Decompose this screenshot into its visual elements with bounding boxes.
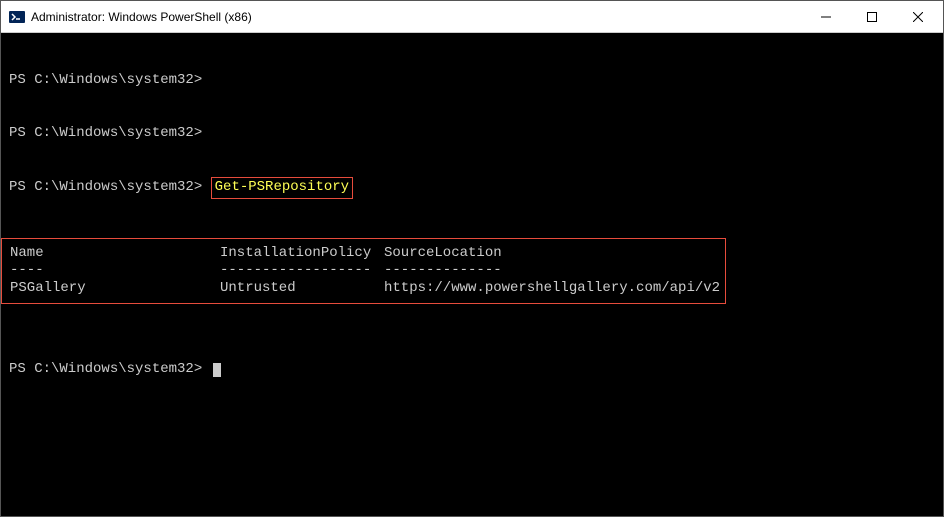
row-policy: Untrusted bbox=[220, 280, 384, 298]
command-text: Get-PSRepository bbox=[215, 179, 349, 195]
header-policy: InstallationPolicy bbox=[220, 245, 384, 263]
minimize-button[interactable] bbox=[803, 1, 849, 33]
divider-name: ---- bbox=[10, 262, 220, 280]
table-row: PSGalleryUntrustedhttps://www.powershell… bbox=[10, 280, 717, 298]
prompt-line: PS C:\Windows\system32> bbox=[9, 179, 202, 195]
header-source: SourceLocation bbox=[384, 245, 502, 263]
cursor bbox=[213, 363, 221, 377]
close-button[interactable] bbox=[895, 1, 941, 33]
divider-policy: ------------------ bbox=[220, 262, 384, 280]
command-highlight: Get-PSRepository bbox=[211, 177, 353, 199]
prompt-line: PS C:\Windows\system32> bbox=[9, 125, 202, 141]
window-title: Administrator: Windows PowerShell (x86) bbox=[31, 10, 252, 24]
row-source: https://www.powershellgallery.com/api/v2 bbox=[384, 280, 720, 298]
window-controls bbox=[803, 1, 941, 32]
terminal[interactable]: PS C:\Windows\system32> PS C:\Windows\sy… bbox=[1, 33, 943, 516]
divider-source: -------------- bbox=[384, 262, 502, 280]
header-name: Name bbox=[10, 245, 220, 263]
powershell-icon bbox=[9, 9, 25, 25]
prompt-line: PS C:\Windows\system32> bbox=[9, 361, 202, 377]
prompt-line: PS C:\Windows\system32> bbox=[9, 72, 202, 88]
row-name: PSGallery bbox=[10, 280, 220, 298]
output-highlight: NameInstallationPolicySourceLocation----… bbox=[1, 238, 726, 305]
maximize-button[interactable] bbox=[849, 1, 895, 33]
titlebar[interactable]: Administrator: Windows PowerShell (x86) bbox=[1, 1, 943, 33]
titlebar-left: Administrator: Windows PowerShell (x86) bbox=[9, 9, 252, 25]
